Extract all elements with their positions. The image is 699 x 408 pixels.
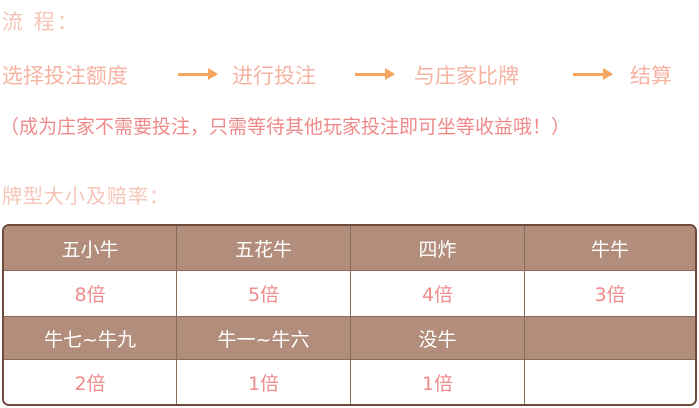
arrow-right-icon bbox=[573, 68, 613, 80]
multiplier-cell: 3倍 bbox=[525, 271, 695, 317]
flow-step-settle: 结算 bbox=[630, 64, 672, 88]
hand-type-cell bbox=[525, 317, 695, 360]
multiplier-cell: 1倍 bbox=[351, 360, 525, 404]
flow-step-place-bet: 进行投注 bbox=[232, 64, 316, 88]
flow-step-compare-banker: 与庄家比牌 bbox=[414, 64, 519, 88]
hand-type-cell: 牛七~牛九 bbox=[4, 317, 177, 360]
hand-type-cell: 五花牛 bbox=[177, 226, 351, 271]
flow-steps: 选择投注额度 进行投注 与庄家比牌 结算 bbox=[2, 60, 699, 90]
multiplier-cell: 2倍 bbox=[4, 360, 177, 404]
hand-type-cell: 四炸 bbox=[351, 226, 525, 271]
multiplier-cell: 5倍 bbox=[177, 271, 351, 317]
flow-title: 流 程： bbox=[2, 10, 80, 34]
odds-table: 五小牛 五花牛 四炸 牛牛 8倍 5倍 4倍 3倍 牛七~牛九 牛一~牛六 没牛… bbox=[2, 224, 697, 406]
hand-type-cell: 没牛 bbox=[351, 317, 525, 360]
multiplier-cell bbox=[525, 360, 695, 404]
hand-type-cell: 牛牛 bbox=[525, 226, 695, 271]
arrow-right-icon bbox=[355, 68, 395, 80]
arrow-right-icon bbox=[178, 68, 218, 80]
multiplier-cell: 8倍 bbox=[4, 271, 177, 317]
multiplier-cell: 4倍 bbox=[351, 271, 525, 317]
multiplier-cell: 1倍 bbox=[177, 360, 351, 404]
hand-type-cell: 牛一~牛六 bbox=[177, 317, 351, 360]
odds-title: 牌型大小及赔率： bbox=[2, 184, 170, 208]
hand-type-cell: 五小牛 bbox=[4, 226, 177, 271]
banker-note: （成为庄家不需要投注，只需等待其他玩家投注即可坐等收益哦！） bbox=[0, 116, 571, 138]
flow-step-select-amount: 选择投注额度 bbox=[2, 64, 128, 88]
